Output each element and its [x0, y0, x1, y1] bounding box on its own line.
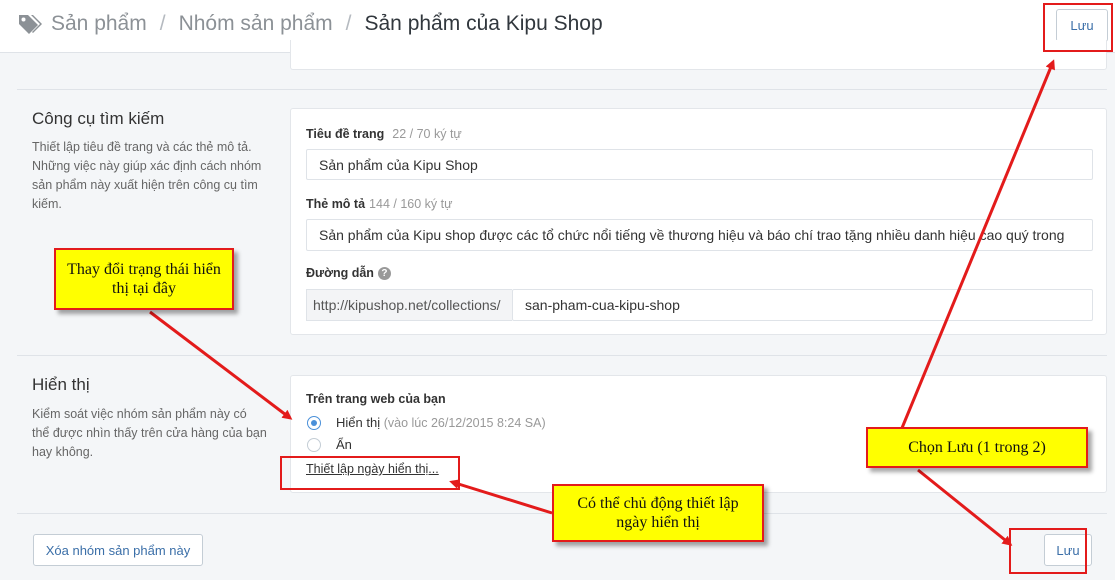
callout-choose-save: Chọn Lưu (1 trong 2): [866, 427, 1088, 468]
arrow-to-save-bottom: [917, 468, 1013, 546]
callout-schedule: Có thể chủ động thiết lập ngày hiển thị: [552, 484, 764, 542]
callout-change-status: Thay đổi trạng thái hiển thị tại đây: [54, 248, 234, 310]
arrow-to-visible-radio: [149, 310, 293, 420]
arrow-to-schedule-link: [449, 479, 553, 515]
arrow-to-save-top: [900, 59, 1055, 429]
